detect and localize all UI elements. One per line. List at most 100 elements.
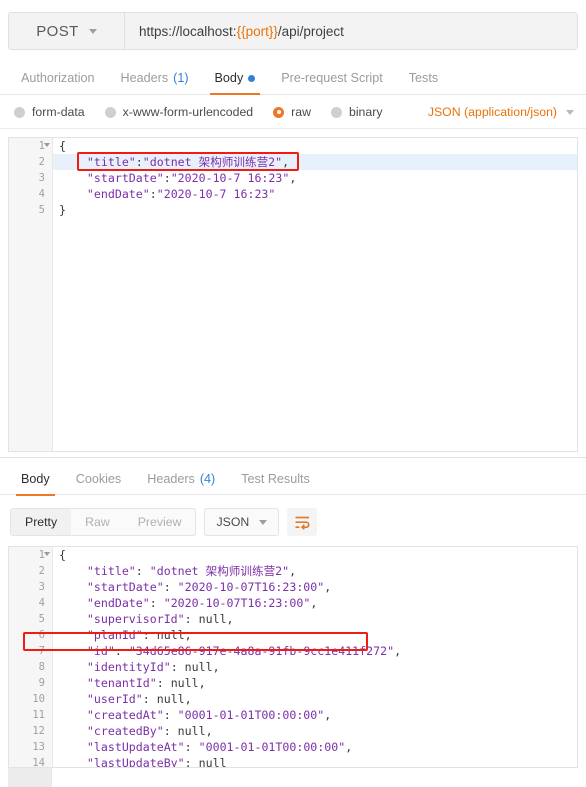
response-code-line: 11 "createdAt": "0001-01-01T00:00:00", (32, 707, 577, 723)
chevron-down-icon (88, 28, 97, 34)
body-present-dot-icon (248, 74, 256, 82)
tab-count-badge: (4) (199, 472, 216, 486)
request-tab-tests[interactable]: Tests (396, 62, 451, 94)
code-text: "title": "dotnet 架构师训练营2", (86, 564, 297, 578)
response-code-area[interactable]: 1{2 "title": "dotnet 架构师训练营2", 3 "startDa… (32, 547, 577, 767)
body-type-radio-binary[interactable]: binary (330, 105, 383, 119)
request-code-line: 4 "endDate":"2020-10-7 16:23" (39, 186, 577, 202)
url-suffix: /api/project (277, 23, 344, 39)
response-tab-headers[interactable]: Headers (4) (134, 463, 228, 495)
response-code-line: 9 "tenantId": null, (39, 675, 577, 691)
word-wrap-toggle[interactable] (287, 508, 318, 536)
tab-count-badge: (1) (173, 71, 189, 85)
tab-label: Headers (147, 472, 195, 486)
response-toolbar: Pretty Raw Preview JSON (0, 502, 586, 542)
content-type-selector[interactable]: JSON (application/json) (428, 105, 574, 119)
code-text: "planId": null, (86, 628, 192, 642)
http-method-selector[interactable]: POST (9, 13, 125, 49)
response-code-line: 12 "createdBy": null, (32, 723, 577, 739)
response-code-line: 13 "lastUpdateAt": "0001-01-01T00:00:00"… (32, 739, 577, 755)
fold-toggle-icon[interactable] (44, 143, 50, 147)
tab-label: Pre-request Script (281, 71, 383, 85)
response-format-selector[interactable]: JSON (204, 508, 280, 536)
code-text: "id": "34d65e86-917e-4a8a-91fb-9cc1e411f… (86, 644, 402, 658)
response-code-line: 6 "planId": null, (39, 627, 577, 643)
response-format-label: JSON (216, 515, 250, 529)
code-text: "lastUpdateAt": "0001-01-01T00:00:00", (86, 740, 353, 754)
request-tab-body[interactable]: Body (202, 62, 269, 95)
url-input[interactable]: https://localhost: {{port}}/api/project (125, 13, 577, 49)
response-code-line: 5 "supervisorId": null, (39, 611, 577, 627)
response-tab-body[interactable]: Body (8, 463, 63, 496)
tab-label: Test Results (241, 472, 310, 486)
code-text: } (59, 203, 66, 217)
tab-label: Tests (408, 71, 439, 85)
response-view-preview[interactable]: Preview (124, 509, 196, 535)
line-number: 2 (38, 565, 45, 577)
code-text: "endDate":"2020-10-7 16:23" (86, 187, 276, 201)
response-code-line: 2 "title": "dotnet 架构师训练营2", (39, 563, 577, 579)
code-text: "createdBy": null, (86, 724, 213, 738)
response-code-line: 3 "startDate": "2020-10-07T16:23:00", (39, 579, 577, 595)
body-type-radio-raw[interactable]: raw (273, 105, 311, 119)
line-number: 1 (38, 140, 45, 152)
response-tab-test-results[interactable]: Test Results (228, 463, 323, 495)
response-tab-bar: Body Cookies Headers (4) Test Results (0, 463, 586, 496)
body-type-radio-form-data[interactable]: form-data (14, 105, 85, 119)
line-number: 7 (38, 645, 45, 657)
tab-label: Authorization (21, 71, 95, 85)
radio-label: raw (291, 105, 311, 119)
line-number: 10 (32, 693, 45, 705)
code-text: "title":"dotnet 架构师训练营2", (86, 155, 290, 169)
radio-label: x-www-form-urlencoded (122, 105, 254, 119)
panel-splitter[interactable] (0, 457, 586, 458)
request-code-line: 2 "title":"dotnet 架构师训练营2", (39, 154, 577, 170)
line-number: 4 (38, 188, 45, 200)
body-type-radio-x-www-form-urlencoded[interactable]: x-www-form-urlencoded (104, 105, 254, 119)
code-text: "supervisorId": null, (86, 612, 234, 626)
radio-icon (330, 106, 342, 118)
line-number: 5 (38, 613, 45, 625)
code-text: "createdAt": "0001-01-01T00:00:00", (86, 708, 332, 722)
tab-label: Body (214, 71, 244, 85)
url-variable: {{port}} (236, 23, 278, 39)
request-body-editor[interactable]: 1{2 "title":"dotnet 架构师训练营2", 3 "startDat… (8, 137, 578, 452)
line-number: 11 (32, 709, 45, 721)
response-view-raw[interactable]: Raw (71, 509, 124, 535)
code-text: { (59, 139, 66, 153)
response-tab-cookies[interactable]: Cookies (63, 463, 135, 495)
response-view-pretty[interactable]: Pretty (11, 509, 72, 535)
request-tab-pre-request-script[interactable]: Pre-request Script (268, 62, 396, 94)
chevron-down-icon (259, 519, 268, 525)
line-number: 9 (38, 677, 45, 689)
word-wrap-icon (295, 516, 310, 530)
tab-label: Headers (120, 71, 169, 85)
line-number: 3 (38, 172, 45, 184)
code-text: "endDate": "2020-10-07T16:23:00", (86, 596, 318, 610)
radio-icon (14, 106, 25, 118)
response-code-line: 1{ (39, 547, 577, 563)
fold-toggle-icon[interactable] (44, 552, 50, 556)
tab-label: Cookies (75, 472, 122, 486)
response-view-mode-group: Pretty Raw Preview (10, 508, 197, 536)
response-code-line: 7 "id": "34d65e86-917e-4a8a-91fb-9cc1e41… (39, 643, 577, 659)
request-code-area[interactable]: 1{2 "title":"dotnet 架构师训练营2", 3 "startDat… (39, 138, 577, 451)
request-tab-bar: Authorization Headers (1) Body Pre-request S… (0, 62, 586, 95)
code-text: { (59, 548, 66, 562)
line-number: 8 (38, 661, 45, 673)
request-tab-authorization[interactable]: Authorization (8, 62, 108, 94)
request-tab-headers[interactable]: Headers (1) (108, 62, 202, 94)
request-code-line: 1{ (39, 138, 577, 154)
code-text: "userId": null, (86, 692, 192, 706)
response-body-viewer[interactable]: 1{2 "title": "dotnet 架构师训练营2", 3 "startDa… (8, 546, 578, 768)
radio-icon (104, 106, 116, 118)
radio-label: binary (348, 105, 383, 119)
code-text: "tenantId": null, (86, 676, 206, 690)
response-gutter-extension (8, 768, 52, 787)
chevron-down-icon (566, 109, 574, 115)
request-url-bar: POST https://localhost: {{port}}/api/proj… (8, 12, 578, 50)
line-number: 12 (32, 725, 45, 737)
line-number: 2 (38, 156, 45, 168)
tab-label: Body (21, 472, 50, 486)
postman-window: POST https://localhost: {{port}}/api/proj… (0, 0, 586, 787)
